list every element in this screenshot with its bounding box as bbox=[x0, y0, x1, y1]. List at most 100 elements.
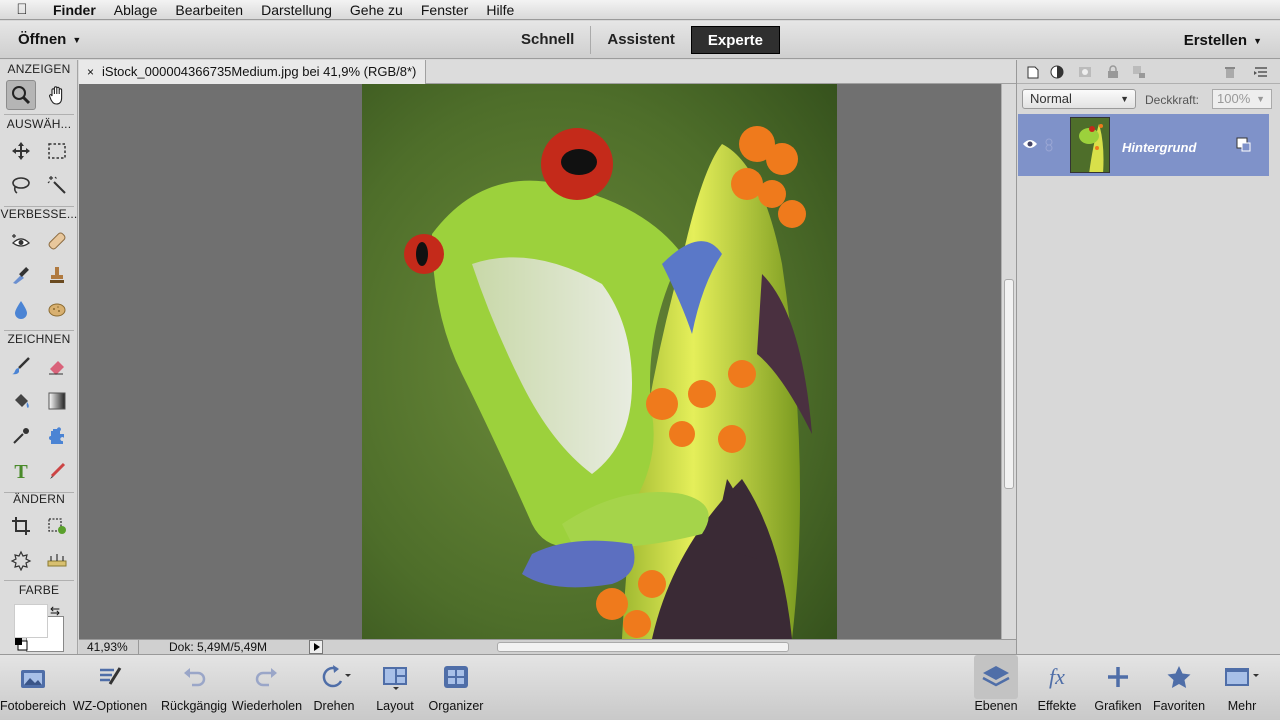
status-menu-arrow-icon[interactable] bbox=[309, 640, 323, 654]
menu-bearbeiten[interactable]: Bearbeiten bbox=[166, 0, 252, 20]
gradient-tool-icon[interactable] bbox=[42, 386, 72, 416]
swap-colors-icon[interactable]: ⇆ bbox=[50, 604, 60, 618]
frog-photo bbox=[362, 84, 837, 639]
clone-stamp-icon[interactable] bbox=[42, 260, 72, 290]
menu-ablage[interactable]: Ablage bbox=[105, 0, 167, 20]
panel-menu-icon[interactable] bbox=[1253, 64, 1269, 80]
content-move-icon[interactable] bbox=[6, 545, 36, 575]
organizer-icon bbox=[444, 666, 468, 688]
layers-button[interactable]: Ebenen bbox=[972, 655, 1020, 720]
open-menu-button[interactable]: Öffnen ▼ bbox=[18, 31, 81, 48]
graphics-button[interactable]: Grafiken bbox=[1092, 655, 1144, 720]
rotate-icon bbox=[322, 665, 351, 688]
hand-tool-icon[interactable] bbox=[42, 80, 72, 110]
pencil-tool-icon[interactable] bbox=[42, 456, 72, 486]
lock-icon[interactable] bbox=[1105, 64, 1121, 80]
eraser-tool-icon[interactable] bbox=[42, 351, 72, 381]
zoom-tool-icon[interactable] bbox=[6, 80, 36, 110]
new-layer-icon[interactable] bbox=[1025, 64, 1041, 80]
tool-panel: ANZEIGEN AUSWÄH... VERBESSE... ZEICHNEN bbox=[0, 60, 78, 654]
apple-icon[interactable]:  bbox=[0, 1, 44, 18]
document-tab[interactable]: × iStock_000004366735Medium.jpg bei 41,9%… bbox=[79, 60, 426, 84]
foreground-color-swatch[interactable] bbox=[14, 604, 48, 638]
vertical-scroll-thumb[interactable] bbox=[1004, 279, 1014, 489]
undo-button[interactable]: Rückgängig bbox=[158, 655, 230, 720]
trash-icon[interactable] bbox=[1222, 64, 1238, 80]
brush-tool-icon[interactable] bbox=[6, 351, 36, 381]
opacity-field[interactable]: 100% ▼ bbox=[1212, 89, 1272, 109]
vertical-scrollbar[interactable] bbox=[1001, 84, 1016, 639]
divider bbox=[4, 330, 74, 331]
zoom-level[interactable]: 41,93% bbox=[79, 640, 139, 655]
layout-icon bbox=[383, 667, 407, 690]
mode-switcher: Schnell Assistent Experte bbox=[505, 26, 780, 54]
layer-toolbar bbox=[1017, 60, 1280, 84]
custom-shape-icon[interactable] bbox=[42, 421, 72, 451]
undo-icon bbox=[184, 668, 206, 687]
redo-label: Wiederholen bbox=[231, 699, 303, 713]
text-tool-icon[interactable]: T bbox=[6, 456, 36, 486]
sponge-tool-icon[interactable] bbox=[42, 294, 72, 324]
move-tool-icon[interactable] bbox=[6, 136, 36, 166]
horizontal-scroll-thumb[interactable] bbox=[497, 642, 789, 652]
undo-label: Rückgängig bbox=[160, 699, 227, 713]
layer-name[interactable]: Hintergrund bbox=[1122, 140, 1196, 155]
image-canvas[interactable] bbox=[362, 84, 837, 639]
tool-options-button[interactable]: WZ-Optionen bbox=[62, 655, 158, 720]
marquee-tool-icon[interactable] bbox=[42, 136, 72, 166]
lasso-tool-icon[interactable] bbox=[6, 170, 36, 200]
adjustment-layer-icon[interactable] bbox=[1049, 64, 1065, 80]
menu-gehe-zu[interactable]: Gehe zu bbox=[341, 0, 412, 20]
healing-brush-icon[interactable] bbox=[42, 226, 72, 256]
fx-icon: fx bbox=[1049, 664, 1065, 689]
chevron-down-icon: ▼ bbox=[1256, 94, 1265, 104]
menu-hilfe[interactable]: Hilfe bbox=[477, 0, 523, 20]
lock-transparent-icon[interactable] bbox=[1131, 64, 1147, 80]
layer-style-icon[interactable] bbox=[1236, 137, 1252, 153]
divider bbox=[4, 580, 74, 581]
eye-icon[interactable] bbox=[1022, 138, 1038, 150]
section-zeichnen: ZEICHNEN bbox=[7, 332, 71, 346]
create-menu-button[interactable]: Erstellen ▼ bbox=[1184, 32, 1262, 49]
menu-fenster[interactable]: Fenster bbox=[412, 0, 477, 20]
blend-mode-select[interactable]: Normal ▼ bbox=[1022, 89, 1136, 109]
recompose-tool-icon[interactable] bbox=[42, 511, 72, 541]
section-farbe: FARBE bbox=[18, 583, 60, 597]
smart-brush-icon[interactable] bbox=[6, 260, 36, 290]
rotate-button[interactable]: Drehen bbox=[308, 655, 360, 720]
effects-button[interactable]: fx Effekte bbox=[1034, 655, 1080, 720]
mode-assistent[interactable]: Assistent bbox=[590, 26, 691, 54]
layer-thumbnail bbox=[1070, 117, 1110, 173]
chevron-down-icon: ▼ bbox=[1120, 94, 1129, 104]
document-area: × iStock_000004366735Medium.jpg bei 41,9%… bbox=[79, 60, 1016, 655]
default-colors-icon[interactable] bbox=[14, 637, 28, 651]
magic-wand-icon[interactable] bbox=[42, 170, 72, 200]
divider bbox=[4, 114, 74, 115]
plus-icon bbox=[1108, 667, 1128, 687]
layer-mask-icon[interactable] bbox=[1077, 64, 1093, 80]
straighten-tool-icon[interactable] bbox=[42, 545, 72, 575]
mode-schnell[interactable]: Schnell bbox=[505, 26, 590, 54]
close-icon[interactable]: × bbox=[87, 65, 94, 79]
organizer-button[interactable]: Organizer bbox=[424, 655, 488, 720]
more-button[interactable]: Mehr bbox=[1220, 655, 1264, 720]
section-auswahl: AUSWÄH... bbox=[6, 117, 72, 131]
layers-label: Ebenen bbox=[974, 699, 1018, 713]
menu-finder[interactable]: Finder bbox=[44, 0, 105, 20]
tool-options-icon bbox=[100, 667, 122, 685]
blur-tool-icon[interactable] bbox=[6, 294, 36, 324]
link-icon[interactable] bbox=[1044, 138, 1054, 152]
mode-experte[interactable]: Experte bbox=[690, 26, 780, 54]
eyedropper-icon[interactable] bbox=[6, 421, 36, 451]
more-label: Mehr bbox=[1227, 699, 1257, 713]
favorites-button[interactable]: Favoriten bbox=[1150, 655, 1208, 720]
mode-bar: Öffnen ▼ Schnell Assistent Experte Erstel… bbox=[0, 21, 1280, 59]
layout-button[interactable]: Layout bbox=[372, 655, 418, 720]
crop-tool-icon[interactable] bbox=[6, 511, 36, 541]
red-eye-tool-icon[interactable] bbox=[6, 226, 36, 256]
paint-bucket-icon[interactable] bbox=[6, 386, 36, 416]
menu-darstellung[interactable]: Darstellung bbox=[252, 0, 341, 20]
redo-button[interactable]: Wiederholen bbox=[230, 655, 304, 720]
layer-row-hintergrund[interactable]: Hintergrund bbox=[1018, 114, 1269, 176]
photo-bin-button[interactable]: Fotobereich bbox=[0, 655, 66, 720]
